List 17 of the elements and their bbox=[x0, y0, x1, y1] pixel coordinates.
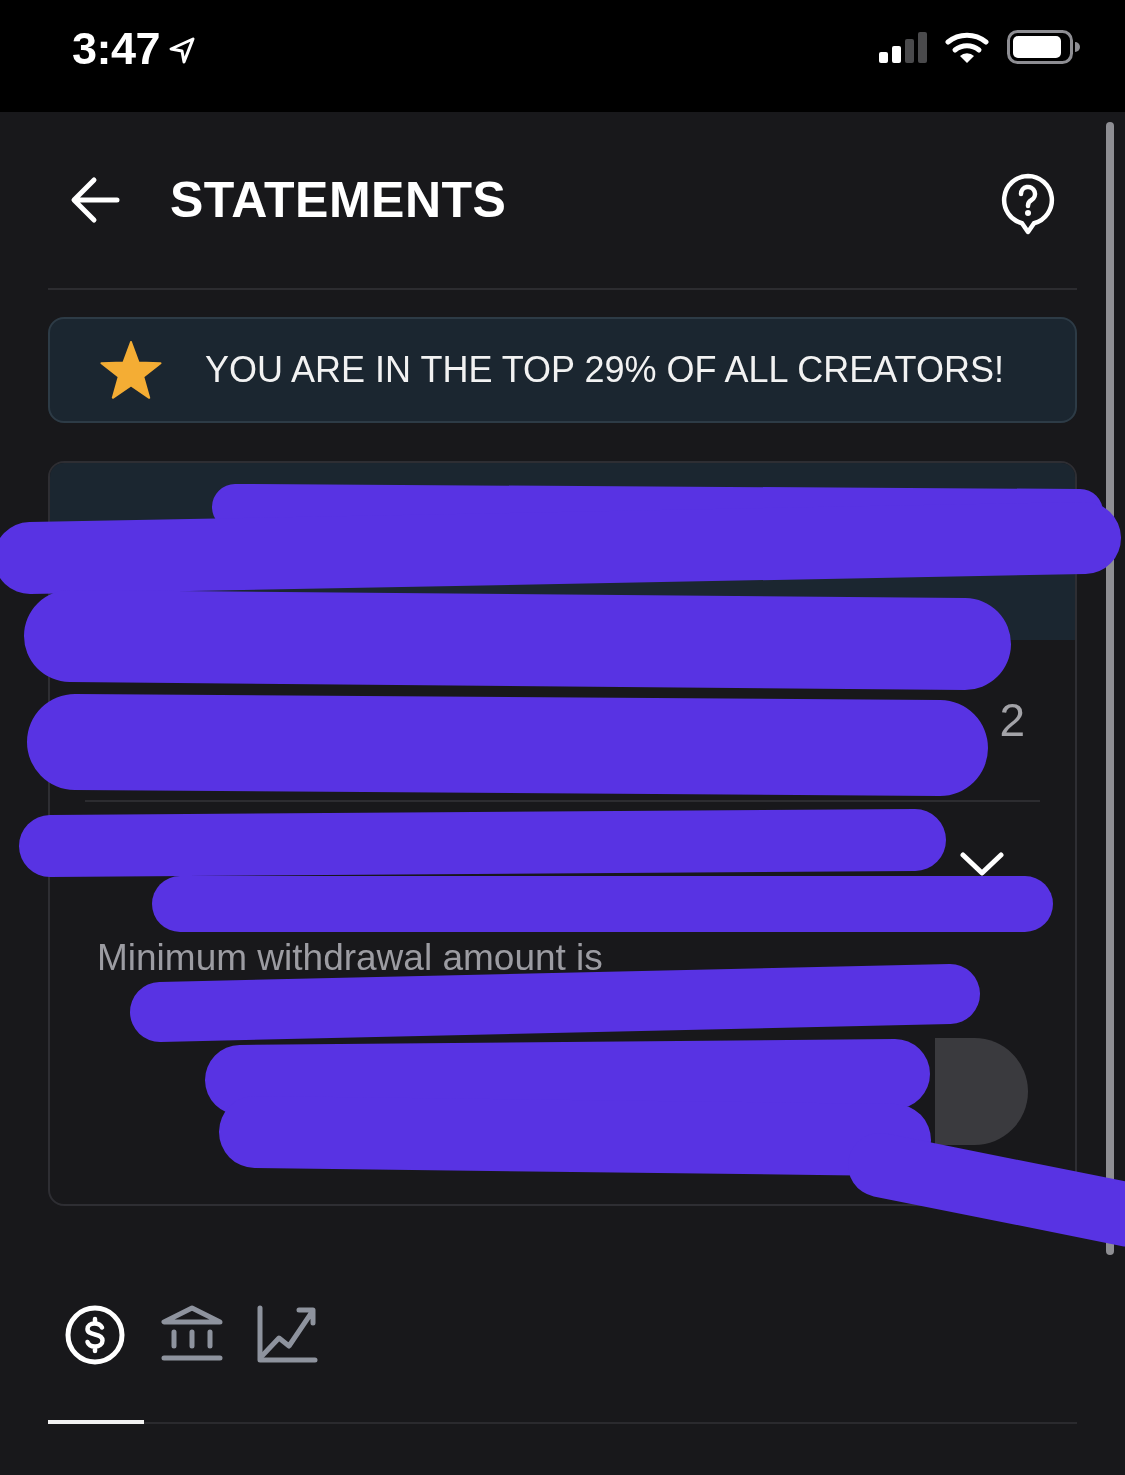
note-text: Minimum withdrawal amount is bbox=[97, 936, 603, 979]
star-icon bbox=[100, 341, 162, 399]
dollar-circle-icon bbox=[65, 1305, 127, 1365]
value-text: 2 bbox=[999, 694, 1025, 746]
help-button[interactable] bbox=[1000, 171, 1056, 235]
clock-time: 3:47 bbox=[72, 25, 161, 73]
wifi-icon bbox=[945, 30, 989, 64]
location-arrow-icon bbox=[168, 35, 197, 65]
back-button[interactable] bbox=[70, 176, 120, 224]
line-chart-icon bbox=[257, 1305, 319, 1365]
chevron-down-icon bbox=[960, 852, 1004, 876]
help-icon bbox=[1000, 171, 1056, 235]
back-arrow-icon bbox=[70, 176, 120, 224]
banner-text: YOU ARE IN THE TOP 29% OF ALL CREATORS! bbox=[205, 349, 1004, 391]
page-title: STATEMENTS bbox=[170, 171, 507, 230]
signal-icon bbox=[879, 31, 927, 63]
battery-icon bbox=[1007, 30, 1080, 64]
